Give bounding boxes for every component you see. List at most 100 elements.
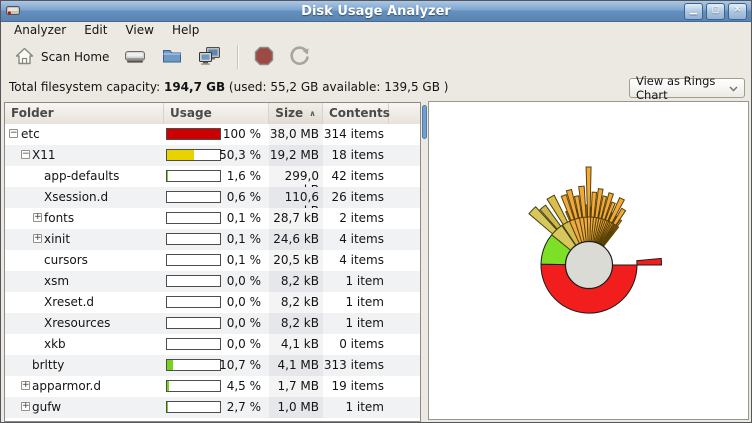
column-header-size[interactable]: Size∧ bbox=[269, 103, 323, 124]
rings-chart[interactable] bbox=[429, 102, 748, 419]
table-row-app-defaults[interactable]: app-defaults1,6 %299,0 kB42 items bbox=[5, 166, 420, 187]
rings-chart-panel[interactable] bbox=[428, 101, 749, 420]
info-row: Total filesystem capacity: 194,7 GB (use… bbox=[1, 73, 751, 101]
folder-name: cursors bbox=[44, 253, 88, 267]
table-row-cursors[interactable]: cursors 0,1 % 20,5 kB 4 items bbox=[5, 250, 420, 271]
folder-contents: 18 items bbox=[323, 148, 384, 162]
folder-size: 28,7 kB bbox=[269, 211, 319, 225]
scan-remote-button[interactable] bbox=[190, 42, 230, 73]
stop-button[interactable] bbox=[246, 42, 282, 73]
expand-icon[interactable]: + bbox=[21, 381, 30, 390]
usage-percent: 0,1 % bbox=[166, 232, 261, 246]
menu-analyzer[interactable]: Analyzer bbox=[5, 22, 75, 40]
folder-name: app-defaults bbox=[44, 169, 119, 183]
table-row-apparmor.d[interactable]: +apparmor.d 4,5 % 1,7 MB 19 items bbox=[5, 376, 420, 397]
usage-percent: 4,5 % bbox=[166, 379, 261, 393]
view-as-dropdown[interactable]: View as Rings Chart bbox=[629, 78, 745, 98]
minimize-button[interactable]: ▁ bbox=[684, 3, 703, 20]
usage-percent: 0,0 % bbox=[166, 295, 261, 309]
refresh-button[interactable] bbox=[282, 42, 318, 73]
column-header-usage[interactable]: Usage bbox=[164, 103, 269, 124]
scan-home-button[interactable]: Scan Home bbox=[7, 43, 116, 72]
folder-name: xsm bbox=[44, 274, 69, 288]
capacity-summary: Total filesystem capacity: 194,7 GB (use… bbox=[9, 80, 448, 94]
folder-size: 20,5 kB bbox=[269, 253, 319, 267]
usage-percent: 0,0 % bbox=[166, 316, 261, 330]
window-title: Disk Usage Analyzer bbox=[1, 4, 751, 19]
collapse-icon[interactable]: − bbox=[21, 150, 30, 159]
folder-contents: 19 items bbox=[323, 379, 384, 393]
home-icon bbox=[14, 46, 35, 69]
folder-contents: 314 items bbox=[323, 127, 384, 141]
ring-wedge[interactable] bbox=[590, 207, 591, 217]
expand-icon[interactable]: + bbox=[21, 402, 30, 411]
folder-contents: 1 item bbox=[323, 316, 384, 330]
harddisk-icon bbox=[123, 46, 147, 69]
table-row-xkb[interactable]: xkb0,0 %4,1 kB0 items bbox=[5, 334, 420, 355]
table-row-Xresources[interactable]: Xresources0,0 %8,2 kB1 item bbox=[5, 313, 420, 334]
folder-contents: 1 item bbox=[323, 295, 384, 309]
tree-scrollbar-thumb[interactable] bbox=[422, 105, 427, 139]
table-row-Xsession.d[interactable]: Xsession.d0,6 %110,6 kB26 items bbox=[5, 187, 420, 208]
maximize-button[interactable]: ▢ bbox=[706, 3, 725, 20]
stop-icon bbox=[253, 45, 275, 70]
menu-help[interactable]: Help bbox=[163, 22, 208, 40]
table-row-xinit[interactable]: +xinit0,1 %24,6 kB4 items bbox=[5, 229, 420, 250]
folder-name: apparmor.d bbox=[32, 379, 101, 393]
table-row-gufw[interactable]: +gufw2,7 %1,0 MB1 item bbox=[5, 397, 420, 418]
ring-wedge[interactable] bbox=[586, 205, 588, 217]
sort-ascending-icon: ∧ bbox=[309, 109, 316, 118]
usage-percent: 100 % bbox=[166, 127, 261, 141]
table-row-Xreset.d[interactable]: Xreset.d 0,0 % 8,2 kB 1 item bbox=[5, 292, 420, 313]
folder-icon bbox=[161, 46, 183, 69]
folder-contents: 1 item bbox=[323, 400, 384, 414]
titlebar[interactable]: Disk Usage Analyzer ▁ ▢ ✕ bbox=[1, 1, 751, 22]
column-header-folder[interactable]: Folder bbox=[5, 103, 164, 124]
tree-rows: −etc100 %38,0 MB314 items−X1150,3 %19,2 … bbox=[5, 124, 420, 421]
expand-icon[interactable]: + bbox=[33, 234, 42, 243]
usage-percent: 2,7 % bbox=[166, 400, 261, 414]
folder-size: 8,2 kB bbox=[269, 295, 319, 309]
column-header-contents[interactable]: Contents bbox=[323, 103, 389, 124]
folder-size: 4,1 MB bbox=[269, 358, 319, 372]
folder-size: 24,6 kB bbox=[269, 232, 319, 246]
folder-name: Xreset.d bbox=[44, 295, 94, 309]
folder-size: 1,7 MB bbox=[269, 379, 319, 393]
remote-computers-icon bbox=[197, 45, 223, 70]
folder-name: etc bbox=[21, 127, 40, 141]
refresh-icon bbox=[289, 45, 311, 70]
disk-usage-analyzer-window: Disk Usage Analyzer ▁ ▢ ✕ Analyzer Edit … bbox=[0, 0, 752, 423]
folder-name: X11 bbox=[32, 148, 56, 162]
folder-contents: 4 items bbox=[323, 253, 384, 267]
ring-wedge[interactable] bbox=[637, 258, 662, 265]
usage-percent: 0,6 % bbox=[166, 190, 261, 204]
usage-percent: 1,6 % bbox=[166, 169, 261, 183]
folder-name: fonts bbox=[44, 211, 74, 225]
folder-contents: 42 items bbox=[323, 169, 384, 183]
menu-edit[interactable]: Edit bbox=[75, 22, 116, 40]
folder-tree: FolderUsageSize∧Contents −etc100 %38,0 M… bbox=[4, 102, 421, 422]
column-header-filler bbox=[389, 103, 420, 124]
table-row-brltty[interactable]: brltty10,7 %4,1 MB313 items bbox=[5, 355, 420, 376]
menubar: Analyzer Edit View Help bbox=[1, 22, 751, 40]
table-row-X11[interactable]: −X1150,3 %19,2 MB18 items bbox=[5, 145, 420, 166]
folder-contents: 4 items bbox=[323, 232, 384, 246]
menu-view[interactable]: View bbox=[116, 22, 162, 40]
close-button[interactable]: ✕ bbox=[728, 3, 747, 20]
table-row-etc[interactable]: −etc 100 % 38,0 MB 314 items bbox=[5, 124, 420, 145]
scan-folder-button[interactable] bbox=[154, 43, 190, 72]
tree-header: FolderUsageSize∧Contents bbox=[5, 103, 420, 125]
table-row-xsm[interactable]: xsm0,0 %8,2 kB1 item bbox=[5, 271, 420, 292]
usage-percent: 0,1 % bbox=[166, 211, 261, 225]
expand-icon[interactable]: + bbox=[33, 213, 42, 222]
folder-size: 38,0 MB bbox=[269, 127, 319, 141]
folder-name: gufw bbox=[32, 400, 61, 414]
folder-size: 8,2 kB bbox=[269, 316, 319, 330]
folder-contents: 313 items bbox=[323, 358, 384, 372]
folder-name: brltty bbox=[32, 358, 64, 372]
rings-chart-root-circle[interactable] bbox=[566, 242, 613, 289]
table-row-fonts[interactable]: +fonts0,1 %28,7 kB2 items bbox=[5, 208, 420, 229]
scan-filesystem-button[interactable] bbox=[116, 43, 154, 72]
collapse-icon[interactable]: − bbox=[9, 129, 18, 138]
usage-percent: 0,1 % bbox=[166, 253, 261, 267]
